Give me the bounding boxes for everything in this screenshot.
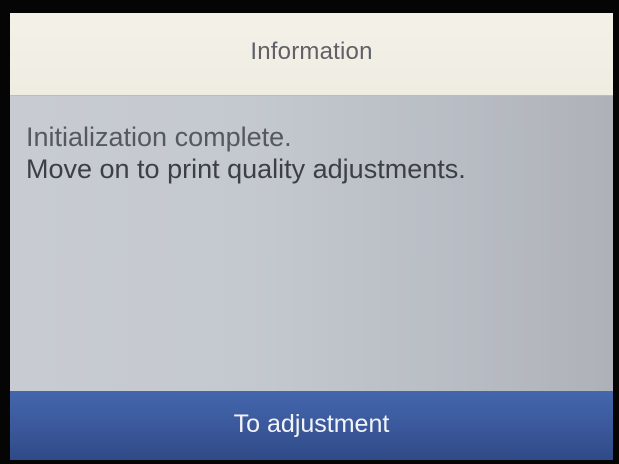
dialog-title: Information [250, 38, 373, 65]
message-line-1: Initialization complete. [26, 122, 292, 152]
message-line-2: Move on to print quality adjustments. [26, 154, 466, 184]
to-adjustment-label: To adjustment [233, 409, 390, 438]
dialog-footer: To adjustment [10, 391, 613, 460]
lcd-screen: Information Initialization complete. Mov… [10, 13, 613, 460]
to-adjustment-button[interactable]: To adjustment [10, 391, 613, 460]
dialog-message: Initialization complete. Move on to prin… [26, 121, 606, 185]
dialog-header: Information [10, 13, 613, 96]
